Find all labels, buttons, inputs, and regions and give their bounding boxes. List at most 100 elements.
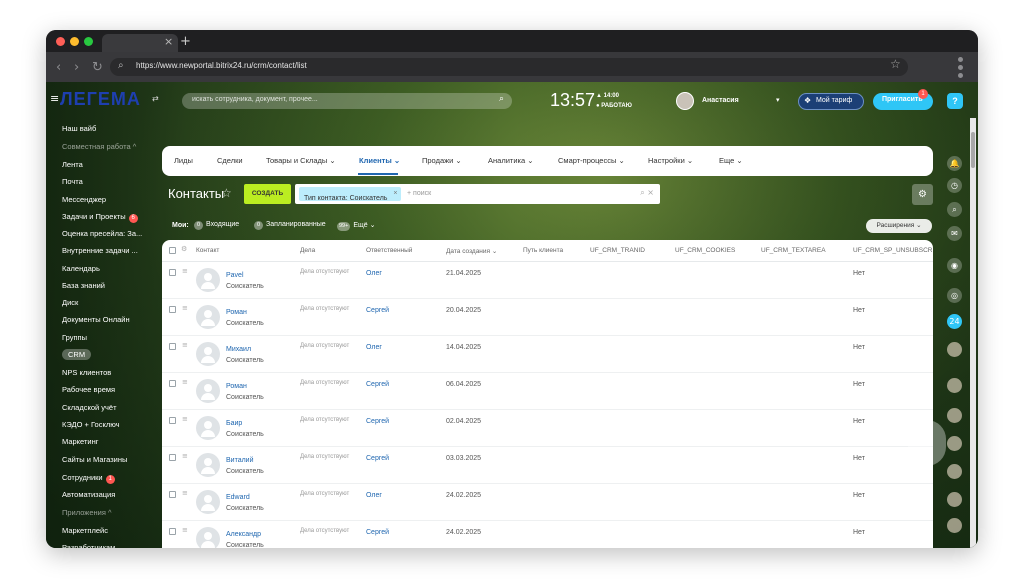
table-row[interactable]: ≡ Роман Соискатель Дела отсутствуют Сергей 20… xyxy=(162,299,933,336)
new-tab-icon[interactable]: + xyxy=(180,34,191,49)
row-menu-icon[interactable]: ≡ xyxy=(182,526,188,534)
contact-name-link[interactable]: Александр xyxy=(226,531,261,538)
contact-name-link[interactable]: Баир xyxy=(226,420,242,427)
chevron-down-icon[interactable]: ▾ xyxy=(776,96,780,104)
counter-chip[interactable]: 99+ Ещё ⌄ xyxy=(337,221,375,231)
sidebar-item[interactable]: Диск xyxy=(62,298,78,307)
grid-scroll-right-button[interactable]: › xyxy=(908,420,946,466)
bookmark-star-icon[interactable]: ☆ xyxy=(890,57,901,71)
contact-avatar-icon[interactable] xyxy=(947,464,962,479)
help-button[interactable]: ? xyxy=(947,93,963,109)
counter-chip[interactable]: 0 Запланированные xyxy=(254,221,326,230)
nav-tab[interactable]: Клиенты ⌄ xyxy=(359,156,400,165)
sidebar-item[interactable]: Разработчикам xyxy=(62,543,115,548)
tab-close-icon[interactable]: × xyxy=(164,35,173,48)
sidebar-item[interactable]: Задачи и Проекты 6 xyxy=(62,212,138,223)
responsible-link[interactable]: Олег xyxy=(366,492,382,499)
row-menu-icon[interactable]: ≡ xyxy=(182,267,188,275)
table-row[interactable]: ≡ Михаил Соискатель Дела отсутствуют Олег 14.… xyxy=(162,336,933,373)
contact-name-link[interactable]: Роман xyxy=(226,383,247,390)
sidebar-item[interactable]: База знаний xyxy=(62,281,105,290)
sidebar-item[interactable]: Внутренние задачи ... xyxy=(62,246,138,255)
contact-avatar-icon[interactable] xyxy=(947,492,962,507)
nav-tab[interactable]: Товары и Склады ⌄ xyxy=(266,156,336,165)
table-row[interactable]: ≡ Александр Соискатель Дела отсутствуют Серг… xyxy=(162,521,933,548)
table-row[interactable]: ≡ Роман Соискатель Дела отсутствуют Сергей 06… xyxy=(162,373,933,410)
row-checkbox[interactable] xyxy=(169,380,176,387)
row-checkbox[interactable] xyxy=(169,417,176,424)
row-menu-icon[interactable]: ≡ xyxy=(182,304,188,312)
search-icon[interactable]: ⌕ xyxy=(947,202,962,217)
browser-menu-icon[interactable] xyxy=(958,57,964,81)
responsible-link[interactable]: Сергей xyxy=(366,418,389,425)
column-header[interactable]: Путь клиента xyxy=(523,247,563,254)
responsible-link[interactable]: Сергей xyxy=(366,529,389,536)
responsible-link[interactable]: Сергей xyxy=(366,455,389,462)
nav-tab[interactable]: Аналитика ⌄ xyxy=(488,156,534,165)
avatar[interactable] xyxy=(676,92,694,110)
contact-name-link[interactable]: Edward xyxy=(226,494,250,501)
column-header[interactable]: UF_CRM_TEXTAREA xyxy=(761,247,826,254)
row-checkbox[interactable] xyxy=(169,306,176,313)
sidebar-item[interactable]: Складской учёт xyxy=(62,403,117,412)
row-checkbox[interactable] xyxy=(169,454,176,461)
nav-tab[interactable]: Продажи ⌄ xyxy=(422,156,462,165)
nav-tab[interactable]: Настройки ⌄ xyxy=(648,156,693,165)
sidebar-item[interactable]: Мессенджер xyxy=(62,195,106,204)
row-menu-icon[interactable]: ≡ xyxy=(182,378,188,386)
sidebar-item[interactable]: Автоматизация xyxy=(62,490,115,499)
table-row[interactable]: ≡ Баир Соискатель Дела отсутствуют Сергей 02.… xyxy=(162,410,933,447)
deals-status[interactable]: Дела отсутствуют xyxy=(300,417,349,423)
grid-settings-icon[interactable]: ⚙ xyxy=(181,245,187,253)
responsible-link[interactable]: Олег xyxy=(366,270,382,277)
row-menu-icon[interactable]: ≡ xyxy=(182,452,188,460)
column-header[interactable]: Контакт xyxy=(196,247,219,254)
my-tariff-button[interactable]: ❖ Мой тариф xyxy=(798,93,864,110)
sidebar-item[interactable]: КЭДО + Госключ xyxy=(62,420,120,429)
contact-name-link[interactable]: Виталий xyxy=(226,457,254,464)
sidebar-item[interactable]: Сайты и Магазины xyxy=(62,455,127,464)
row-menu-icon[interactable]: ≡ xyxy=(182,341,188,349)
workday-status[interactable]: ▲ 14:00 ● РАБОТАЮ xyxy=(596,91,632,111)
row-checkbox[interactable] xyxy=(169,491,176,498)
group-icon[interactable]: ◎ xyxy=(947,288,962,303)
column-header[interactable]: Ответственный xyxy=(366,247,412,254)
column-header[interactable]: Дела xyxy=(300,247,315,254)
table-row[interactable]: ≡ Edward Соискатель Дела отсутствуют Олег 24.… xyxy=(162,484,933,521)
contact-name-link[interactable]: Pavel xyxy=(226,272,244,279)
nav-tab[interactable]: Смарт-процессы ⌄ xyxy=(558,156,625,165)
contact-name-link[interactable]: Роман xyxy=(226,309,247,316)
forward-icon[interactable]: › xyxy=(74,60,79,75)
column-header[interactable]: UF_CRM_TRANID xyxy=(590,247,645,254)
sidebar-item[interactable]: Маркетплейс xyxy=(62,526,108,535)
b24-icon[interactable]: 24 xyxy=(947,314,962,329)
nav-tab[interactable]: Еще ⌄ xyxy=(719,156,743,165)
nav-tab[interactable]: Лиды xyxy=(174,156,193,165)
back-icon[interactable]: ‹ xyxy=(56,60,61,75)
nav-tab[interactable]: Сделки xyxy=(217,156,243,165)
row-menu-icon[interactable]: ≡ xyxy=(182,489,188,497)
sidebar-item[interactable]: Оценка пресейла: За... xyxy=(62,229,142,238)
user-name[interactable]: Анастасия xyxy=(702,97,739,104)
responsible-link[interactable]: Олег xyxy=(366,344,382,351)
counter-chip[interactable]: 0 Входящие xyxy=(194,221,239,230)
contact-avatar-icon[interactable] xyxy=(947,342,962,357)
sidebar-item[interactable]: Календарь xyxy=(62,264,100,273)
row-menu-icon[interactable]: ≡ xyxy=(182,415,188,423)
deals-status[interactable]: Дела отсутствуют xyxy=(300,491,349,497)
sidebar-item[interactable]: Наш вайб xyxy=(62,124,96,133)
sidebar-item[interactable]: Совместная работа ^ xyxy=(62,142,136,151)
user-icon[interactable]: ◉ xyxy=(947,258,962,273)
contact-avatar-icon[interactable] xyxy=(947,518,962,533)
maximize-window-icon[interactable] xyxy=(84,37,93,46)
select-all-checkbox[interactable] xyxy=(169,247,176,254)
contact-avatar-icon[interactable] xyxy=(947,436,962,451)
pin-menu-icon[interactable]: ⇄ xyxy=(152,94,159,103)
extensions-button[interactable]: Расширения ⌄ xyxy=(866,219,932,233)
clock[interactable]: 13:57 xyxy=(550,90,595,111)
reload-icon[interactable]: ↻ xyxy=(92,60,103,75)
column-header[interactable]: UF_CRM_SP_UNSUBSCR xyxy=(853,247,932,254)
responsible-link[interactable]: Сергей xyxy=(366,307,389,314)
filter-search-clear-icon[interactable]: ⌕ × xyxy=(640,188,654,198)
sidebar-item[interactable]: CRM xyxy=(62,349,92,360)
